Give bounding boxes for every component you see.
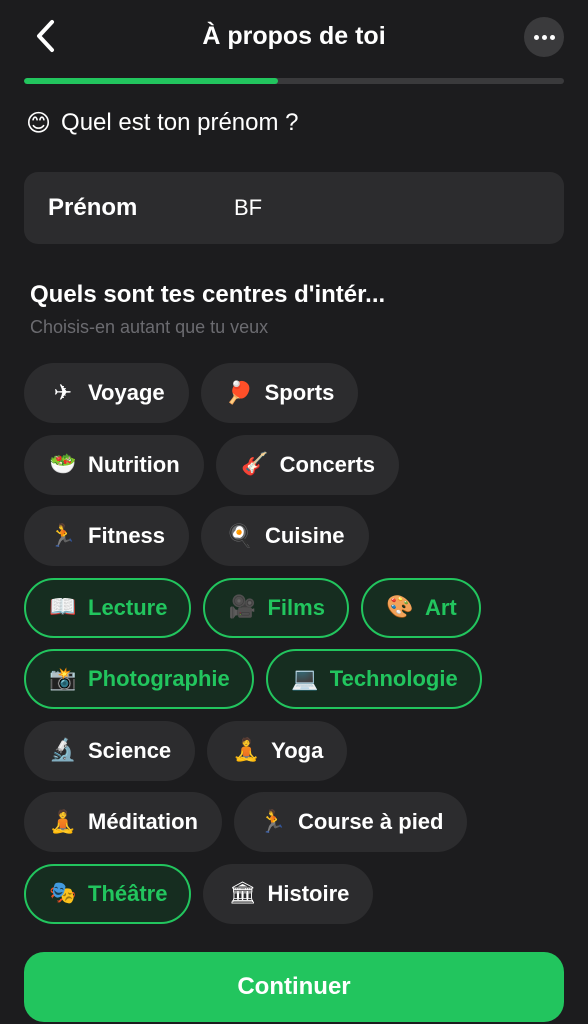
- interest-chip-label: Science: [88, 737, 172, 763]
- interest-chip-label: Concerts: [279, 451, 376, 477]
- progress-bar: [24, 78, 564, 84]
- interest-chip-histoire[interactable]: 🏛 Histoire: [203, 863, 374, 924]
- interests-subtitle: Choisis-en autant que tu veux: [30, 317, 269, 337]
- meditation-icon: 🧘: [49, 809, 77, 835]
- chip-row: 🔬 Science 🧘 Yoga: [24, 720, 564, 781]
- page-title: À propos de toi: [202, 22, 386, 50]
- interest-chip-label: Course à pied: [298, 809, 444, 834]
- interest-chip-photographie[interactable]: 📸 Photographie: [24, 649, 254, 709]
- interest-chip-lecture[interactable]: 📖 Lecture: [24, 577, 192, 638]
- chip-row: 🥗 Nutrition 🎸 Concerts: [24, 434, 564, 495]
- interest-chip-label: Méditation: [88, 809, 198, 834]
- guitar-icon: 🎸: [240, 452, 269, 477]
- laptop-icon: 💻: [291, 666, 319, 692]
- frying-pan-icon: 🍳: [226, 523, 254, 549]
- header: À propos de toi: [0, 0, 588, 74]
- chip-row: 📸 Photographie 💻 Technologie: [24, 649, 564, 709]
- interest-chip-méditation[interactable]: 🧘 Méditation: [24, 792, 222, 852]
- chip-row: 📖 Lecture 🎥 Films 🎨 Art: [24, 577, 564, 638]
- running-icon: 🏃: [259, 809, 287, 835]
- interest-chip-yoga[interactable]: 🧘 Yoga: [207, 720, 348, 781]
- interest-chip-label: Films: [267, 594, 325, 620]
- interest-chip-label: Histoire: [267, 880, 350, 906]
- salad-icon: 🥗: [49, 452, 77, 477]
- interest-chip-label: Théâtre: [88, 880, 168, 906]
- camera-flash-icon: 📸: [49, 666, 77, 692]
- interest-chip-nutrition[interactable]: 🥗 Nutrition: [24, 434, 204, 495]
- chip-row: 🧘 Méditation 🏃 Course à pied: [24, 792, 564, 852]
- interest-chip-label: Art: [424, 594, 457, 620]
- book-icon: 📖: [49, 595, 77, 620]
- interest-chip-label: Lecture: [88, 594, 168, 620]
- interest-chip-fitness[interactable]: 🏃 Fitness: [24, 506, 190, 566]
- runner-icon: 🏃: [49, 523, 77, 549]
- theater-masks-icon: 🎭: [49, 881, 77, 906]
- interest-chip-label: Nutrition: [88, 451, 180, 477]
- microscope-icon: 🔬: [49, 738, 77, 763]
- ellipsis-icon: [533, 34, 555, 40]
- more-options-button[interactable]: [524, 17, 564, 57]
- first-name-input[interactable]: [232, 190, 534, 226]
- interest-chip-label: Fitness: [88, 523, 166, 548]
- interest-chip-science[interactable]: 🔬 Science: [24, 720, 196, 781]
- interest-chip-label: Voyage: [88, 380, 165, 405]
- interest-chip-art[interactable]: 🎨 Art: [360, 577, 481, 638]
- interest-chip-films[interactable]: 🎥 Films: [203, 577, 349, 638]
- interest-chip-label: Sports: [264, 380, 335, 405]
- chip-row: ✈ Voyage 🏓 Sports: [24, 363, 564, 423]
- interest-chip-sports[interactable]: 🏓 Sports: [200, 363, 359, 423]
- progress-bar-fill: [24, 78, 278, 84]
- movie-camera-icon: 🎥: [228, 595, 257, 620]
- interest-chip-label: Cuisine: [265, 523, 345, 548]
- interest-chip-voyage[interactable]: ✈ Voyage: [24, 363, 189, 423]
- interest-chip-concerts[interactable]: 🎸 Concerts: [215, 434, 400, 495]
- interest-chip-label: Photographie: [88, 666, 230, 691]
- interest-chip-label: Technologie: [329, 666, 458, 691]
- chip-row: 🏃 Fitness 🍳 Cuisine: [24, 506, 564, 566]
- name-field: Prénom: [24, 172, 564, 244]
- interest-chip-cuisine[interactable]: 🍳 Cuisine: [201, 506, 369, 566]
- airplane-icon: ✈: [53, 380, 73, 406]
- interest-chip-label: Yoga: [271, 737, 324, 763]
- interest-chips: ✈ Voyage 🏓 Sports 🥗 Nutrition 🎸 Concerts 🏃 Fitnes…: [24, 363, 564, 935]
- palette-icon: 🎨: [386, 595, 414, 620]
- name-field-label: Prénom: [48, 194, 138, 221]
- smiling-face-icon: 😊: [26, 109, 52, 137]
- name-question-text: Quel est ton prénom ?: [61, 109, 299, 136]
- screen: À propos de toi 😊 Quel est ton prénom ? …: [0, 0, 588, 1024]
- continue-button[interactable]: Continuer: [24, 952, 564, 1022]
- interest-chip-technologie[interactable]: 💻 Technologie: [265, 649, 482, 709]
- ping-pong-icon: 🏓: [225, 380, 254, 406]
- yoga-pose-icon: 🧘: [232, 738, 260, 763]
- interests-title: Quels sont tes centres d'intér...: [30, 281, 386, 308]
- classical-building-icon: 🏛: [228, 881, 257, 906]
- name-question: 😊 Quel est ton prénom ?: [26, 106, 299, 140]
- interest-chip-course-à-pied[interactable]: 🏃 Course à pied: [234, 792, 468, 852]
- interest-chip-théâtre[interactable]: 🎭 Théâtre: [24, 863, 192, 924]
- chip-row: 🎭 Théâtre 🏛 Histoire: [24, 863, 564, 924]
